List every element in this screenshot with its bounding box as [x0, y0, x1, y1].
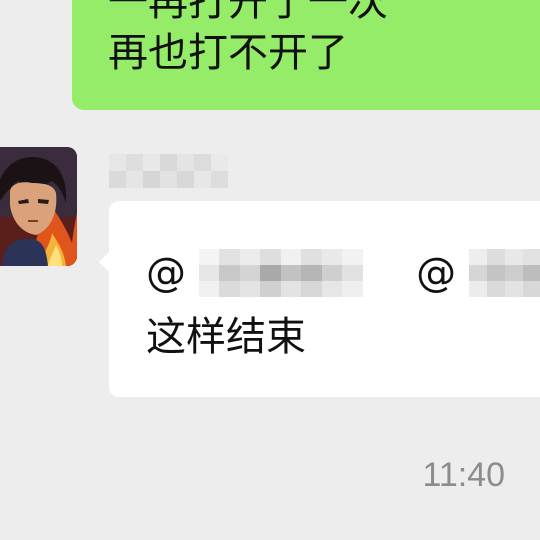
outgoing-message-partial-line: 一再打开了一次 — [108, 0, 388, 25]
mention-at-symbol: @ — [146, 250, 186, 296]
avatar[interactable] — [0, 147, 77, 266]
mention-2-censored[interactable] — [468, 249, 540, 297]
mention-at-symbol: @ — [416, 250, 457, 296]
sender-name-censored — [109, 154, 228, 188]
avatar-image-icon — [0, 147, 77, 266]
incoming-message-bubble[interactable]: @ @ 就 这样结束 — [99, 201, 540, 397]
outgoing-message-bubble[interactable]: 一再打开了一次 再也打不开了 — [72, 0, 540, 110]
outgoing-message-text: 再也打不开了 — [108, 30, 348, 76]
message-timestamp: 11:40 — [422, 456, 505, 494]
incoming-message-line-2: 这样结束 — [146, 314, 306, 360]
chat-view[interactable]: 一再打开了一次 再也打不开了 @ @ 这样结束 11:40 — [0, 0, 540, 540]
mention-1-censored[interactable] — [198, 249, 363, 297]
incoming-message-line-1: @ @ 就 — [146, 247, 540, 297]
